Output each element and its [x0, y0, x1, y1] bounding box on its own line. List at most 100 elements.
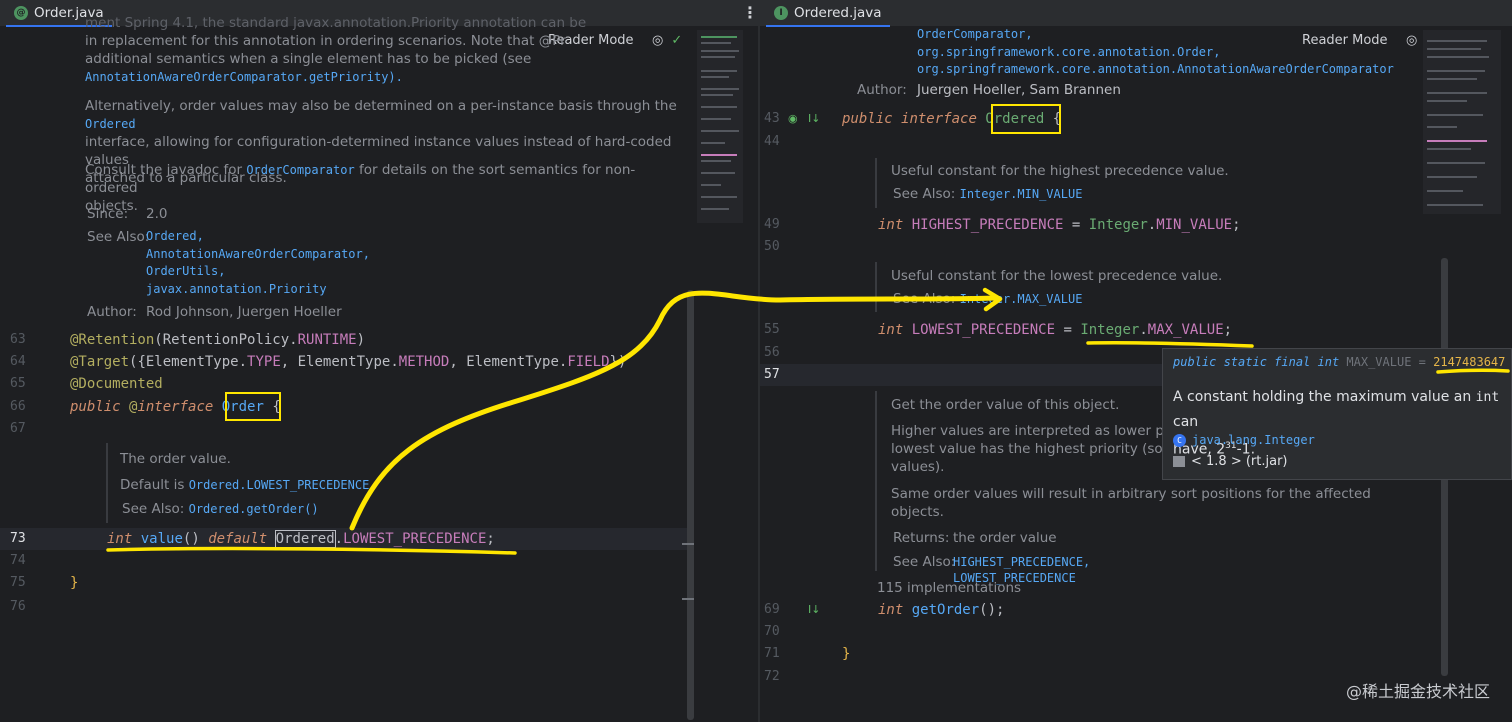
class-icon: C — [1173, 434, 1186, 447]
code-text: @Documented — [70, 376, 163, 392]
default-link[interactable]: Ordered.LOWEST_PRECEDENCE. — [189, 478, 377, 492]
code-line[interactable]: 74 — [0, 550, 718, 572]
line-number: 65 — [10, 376, 26, 391]
author-row: Author: Rod Johnson, Juergen Hoeller — [87, 303, 342, 321]
line-number: 69 — [764, 602, 780, 617]
watermark: @稀土掘金技术社区 — [1345, 682, 1490, 701]
code-text: int HIGHEST_PRECEDENCE = Integer.MIN_VAL… — [878, 217, 1241, 233]
tab-ordered-java[interactable]: I Ordered.java — [766, 0, 890, 27]
line-number: 64 — [10, 354, 26, 369]
code-line[interactable]: 55 int LOWEST_PRECEDENCE = Integer.MAX_V… — [760, 319, 1472, 341]
see-also-link[interactable]: org.springframework.core.annotation.Anno… — [917, 61, 1394, 79]
implemented-icon[interactable]: ◉ — [788, 112, 798, 125]
since-label: Since: — [87, 206, 129, 222]
returns-row: Returns: the order value — [893, 530, 1057, 546]
scrollbar[interactable] — [687, 290, 694, 720]
see-also-link[interactable]: OrderUtils, — [146, 263, 370, 281]
annotation-file-icon: @ — [14, 5, 28, 20]
tooltip-description: A constant holding the maximum value an … — [1173, 389, 1500, 458]
more-options-icon[interactable]: ⋮ — [742, 3, 758, 22]
see-also-list: Ordered, AnnotationAwareOrderComparator,… — [146, 228, 370, 298]
getorder-see-row: See Also: HIGHEST_PRECEDENCE, LOWEST_PRE… — [893, 554, 1091, 585]
line-number: 74 — [10, 553, 26, 568]
code-line[interactable]: 66 public @interface Order { — [0, 396, 718, 418]
tab-label: Ordered.java — [794, 4, 882, 21]
getorder-link[interactable]: Ordered.getOrder() — [189, 502, 319, 516]
doc-intro-line: additional semantics when a single eleme… — [85, 51, 532, 67]
code-text: } — [842, 646, 851, 662]
line-number: 66 — [10, 399, 26, 414]
line-number: 63 — [10, 332, 26, 347]
scroll-marker — [682, 543, 694, 545]
line-number: 44 — [764, 134, 780, 149]
getorder-p3: Same order values will result in arbitra… — [891, 486, 1371, 520]
code-line[interactable]: 64 @Target({ElementType.TYPE, ElementTyp… — [0, 351, 718, 373]
min-value-link[interactable]: Integer.MIN_VALUE — [960, 187, 1083, 201]
see-also-link[interactable]: OrderComparator, — [917, 26, 1394, 44]
since-row: Since: 2.0 — [87, 205, 167, 223]
code-line[interactable]: 76 — [0, 596, 718, 618]
check-icon: ✓ — [671, 33, 683, 48]
author-value: Juergen Hoeller, Sam Brannen — [917, 82, 1121, 98]
line-number: 55 — [764, 322, 780, 337]
doc-intro-link[interactable]: AnnotationAwareOrderComparator.getPriori… — [85, 68, 605, 86]
consult-text: Consult the javadoc for — [85, 162, 243, 178]
line-number: 67 — [10, 421, 26, 436]
code-line[interactable]: 67 — [0, 418, 718, 440]
line-number: 70 — [764, 624, 780, 639]
hide-eye-icon[interactable]: ◎ — [652, 33, 663, 48]
code-line[interactable]: 49 int HIGHEST_PRECEDENCE = Integer.MIN_… — [760, 214, 1472, 236]
code-line[interactable]: 43 ◉ I↓ public interface Ordered { — [760, 108, 1472, 130]
code-text: int getOrder(); — [878, 602, 1005, 618]
current-code-line[interactable]: 73 int value() default Ordered.LOWEST_PR… — [0, 528, 688, 550]
line-number: 57 — [764, 367, 780, 382]
highest-see-row: See Also: Integer.MIN_VALUE — [893, 186, 1083, 202]
doc-intro-line: ment Spring 4.1, the standard javax.anno… — [85, 15, 587, 31]
code-text: } — [70, 575, 79, 591]
see-also-link[interactable]: AnnotationAwareOrderComparator, — [146, 246, 370, 264]
code-line[interactable]: 44 — [760, 131, 1472, 153]
value-javadoc: The order value. Default is Ordered.LOWE… — [120, 450, 377, 518]
hide-eye-icon[interactable]: ◎ — [1406, 33, 1417, 48]
highlight-box-ordered — [991, 104, 1061, 134]
see-also-link[interactable]: javax.annotation.Priority — [146, 281, 370, 299]
line-number: 71 — [764, 646, 780, 661]
line-number: 56 — [764, 345, 780, 360]
tooltip-class[interactable]: Cjava.lang.Integer — [1173, 433, 1315, 447]
ordercomparator-link[interactable]: OrderComparator — [246, 163, 354, 177]
since-value: 2.0 — [146, 206, 168, 222]
see-also-link[interactable]: Ordered, — [146, 228, 370, 246]
code-line[interactable]: 75 } — [0, 572, 718, 594]
class-javadoc: ment Spring 4.1, the standard javax.anno… — [85, 14, 605, 86]
doc-border — [875, 158, 877, 208]
navigate-icon[interactable]: I↓ — [808, 112, 820, 125]
code-line[interactable]: 69 I↓ int getOrder(); — [760, 599, 1472, 621]
ordered-link[interactable]: Ordered — [85, 117, 136, 131]
code-line[interactable]: 50 — [760, 236, 1472, 258]
highest-javadoc: Useful constant for the highest preceden… — [891, 162, 1229, 203]
library-icon — [1173, 456, 1185, 467]
doc-intro-line: in replacement for this annotation in or… — [85, 33, 566, 49]
code-line[interactable]: 63 @Retention(RetentionPolicy.RUNTIME) — [0, 329, 718, 351]
left-editor-pane: @ Order.java ⋮ Reader Mode ◎ ✓ ment Sprin… — [0, 0, 758, 722]
lowest-desc: Useful constant for the lowest precedenc… — [891, 268, 1223, 284]
line-number: 76 — [10, 599, 26, 614]
code-line[interactable]: 65 @Documented — [0, 373, 718, 395]
quick-doc-popup[interactable]: public static final int MAX_VALUE = 2147… — [1162, 348, 1512, 480]
implementations-hint[interactable]: 115 implementations — [877, 579, 1021, 597]
right-tab-bar: I Ordered.java — [760, 0, 1512, 27]
see-also-link[interactable]: org.springframework.core.annotation.Orde… — [917, 44, 1394, 62]
minimap[interactable] — [1423, 30, 1501, 214]
author-value: Rod Johnson, Juergen Hoeller — [146, 304, 342, 320]
max-value-link[interactable]: Integer.MAX_VALUE — [960, 292, 1083, 306]
see-also-label: See Also: — [87, 229, 150, 245]
code-line[interactable]: 71 } — [760, 643, 1472, 665]
highest-link[interactable]: HIGHEST_PRECEDENCE, — [953, 554, 1090, 570]
tooltip-signature: public static final int MAX_VALUE = 2147… — [1173, 355, 1506, 369]
code-line[interactable]: 70 — [760, 621, 1472, 643]
minimap[interactable] — [697, 30, 743, 223]
navigate-icon[interactable]: I↓ — [808, 603, 820, 616]
line-number: 72 — [764, 669, 780, 684]
code-text: @Retention(RetentionPolicy.RUNTIME) — [70, 332, 366, 348]
code-text: int value() default Ordered.LOWEST_PRECE… — [107, 530, 495, 548]
